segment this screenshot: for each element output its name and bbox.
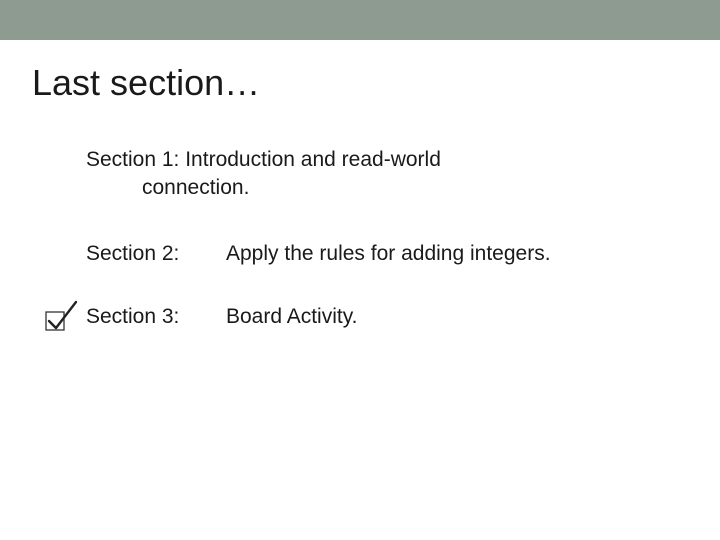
content-area: Section 1: Introduction and read-world c… (0, 104, 720, 329)
section-2-desc: Apply the rules for adding integers. (226, 241, 720, 266)
section-3-label: Section 3: (86, 304, 226, 329)
section-2-row: Section 2: Apply the rules for adding in… (86, 241, 720, 266)
section-1-line-2: connection. (86, 174, 606, 202)
section-1-text: Section 1: Introduction and read-world c… (86, 146, 606, 203)
top-accent-bar (0, 0, 720, 40)
checkmark-icon (42, 298, 82, 334)
section-2-label: Section 2: (86, 241, 226, 266)
section-3-row: Section 3: Board Activity. (86, 304, 720, 329)
section-1-line-1: Section 1: Introduction and read-world (86, 148, 441, 171)
page-title: Last section… (0, 40, 720, 104)
section-3-desc: Board Activity. (226, 304, 720, 329)
